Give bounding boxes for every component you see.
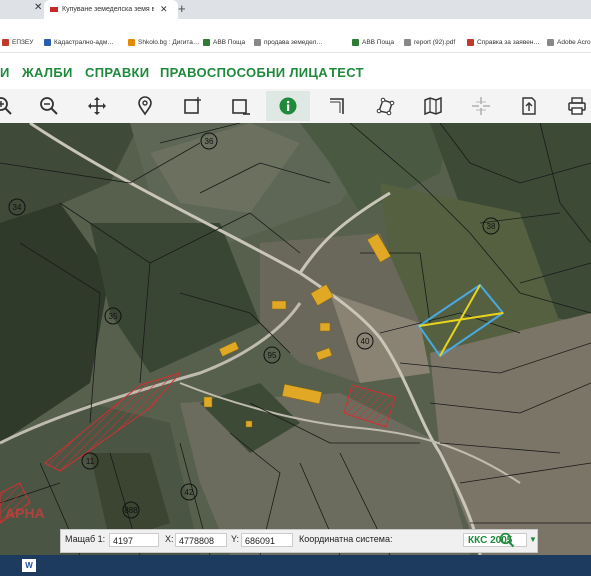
crs-select[interactable]: ККС 2005 [463,533,527,547]
bookmark-item[interactable]: report (92).pdf [404,39,455,46]
bookmark-item[interactable]: ABB Поща [203,39,245,46]
bookmark-icon [404,39,411,46]
bookmark-icon [352,39,359,46]
y-label: Y: [231,534,240,544]
bookmark-icon [547,39,554,46]
close-icon[interactable]: ✕ [34,2,42,13]
bookmarks-bar: ЕПЗЕУ Кадастрално-адм… Shkolo.bg : Дигит… [0,38,591,53]
map-canvas: 36 34 38 35 95 40 11 42 888 АРНА [0,123,591,555]
tab-active[interactable]: Купуване земеделска земя в ш… ✕ [44,0,178,19]
menu-item-reports[interactable]: СПРАВКИ [85,65,149,80]
browser-tab-bar: ✕ Купуване земеделска земя в ш… ✕ + [0,0,591,19]
parcel-label: 888 [124,506,138,515]
parcel-label: 36 [205,137,214,146]
zoom-in-icon[interactable] [0,91,18,121]
scale-label: Мащаб 1: [65,534,106,544]
bookmark-item[interactable]: Кадастрално-адм… [44,39,114,46]
tab-title: Купуване земеделска земя в ш… [62,6,154,13]
bookmark-icon [203,39,210,46]
main-menu: И ЖАЛБИ СПРАВКИ ПРАВОСПОСОБНИ ЛИЦА ТЕСТ [0,53,591,89]
plus-icon[interactable]: + [178,1,186,16]
clear-selection-icon[interactable] [226,91,256,121]
map-status-bar: Мащаб 1: 4197 X: 4778808 Y: 686091 Коорд… [60,529,538,553]
select-rectangle-icon[interactable] [178,91,208,121]
cadastral-map[interactable]: 36 34 38 35 95 40 11 42 888 АРНА [0,123,591,555]
bookmark-icon [254,39,261,46]
crosshair-icon[interactable] [466,91,496,121]
parcel-label: 40 [361,337,370,346]
bookmark-item[interactable]: Справка за заявен… [467,39,540,46]
parcel-label: 42 [185,488,194,497]
menu-item-test[interactable]: ТЕСТ [329,65,364,80]
parcel-label: 38 [487,222,496,231]
menu-item[interactable]: И [0,65,10,80]
x-coordinate-field[interactable]: 4778808 [175,533,227,547]
polygon-icon[interactable] [370,91,400,121]
bookmark-icon [44,39,51,46]
y-coordinate-field[interactable]: 686091 [241,533,293,547]
parcel-label: 35 [109,312,118,321]
bookmark-item[interactable]: Shkolo.bg : Дигита… [128,39,199,46]
bookmark-item[interactable]: ЕПЗЕУ [2,39,33,46]
bookmark-icon [467,39,474,46]
tab-favicon-icon [50,7,58,12]
address-bar[interactable] [0,19,591,38]
bookmark-item[interactable]: Adobe Acro [547,39,591,46]
map-watermark: АРНА [5,505,45,521]
bookmark-item[interactable]: ABB Поща [352,39,394,46]
export-icon[interactable] [514,91,544,121]
menu-item-complaints[interactable]: ЖАЛБИ [22,65,73,80]
parcel-label: 34 [13,203,22,212]
info-icon[interactable] [266,91,310,121]
bookmark-icon [128,39,135,46]
bookmark-item[interactable]: продава земедел… [254,39,323,46]
word-app-icon[interactable]: W [22,559,36,572]
x-label: X: [165,534,174,544]
map-icon[interactable] [418,91,448,121]
crs-label: Координатна система: [299,534,393,544]
menu-item-licensed-persons[interactable]: ПРАВОСПОСОБНИ ЛИЦА [160,65,328,80]
map-toolbar [0,89,591,124]
parcel-label: 95 [268,351,277,360]
chevron-down-icon[interactable]: ▼ [529,535,537,544]
search-icon[interactable] [499,532,515,553]
bookmark-icon [2,39,9,46]
print-icon[interactable] [562,91,591,121]
pan-icon[interactable] [82,91,112,121]
tab-close-icon[interactable]: ✕ [160,4,168,15]
parcel-label: 11 [86,457,95,466]
os-taskbar: W [0,555,591,576]
zoom-out-icon[interactable] [34,91,64,121]
location-pin-icon[interactable] [130,91,160,121]
measure-icon[interactable] [322,91,352,121]
scale-input[interactable]: 4197 [109,533,159,547]
